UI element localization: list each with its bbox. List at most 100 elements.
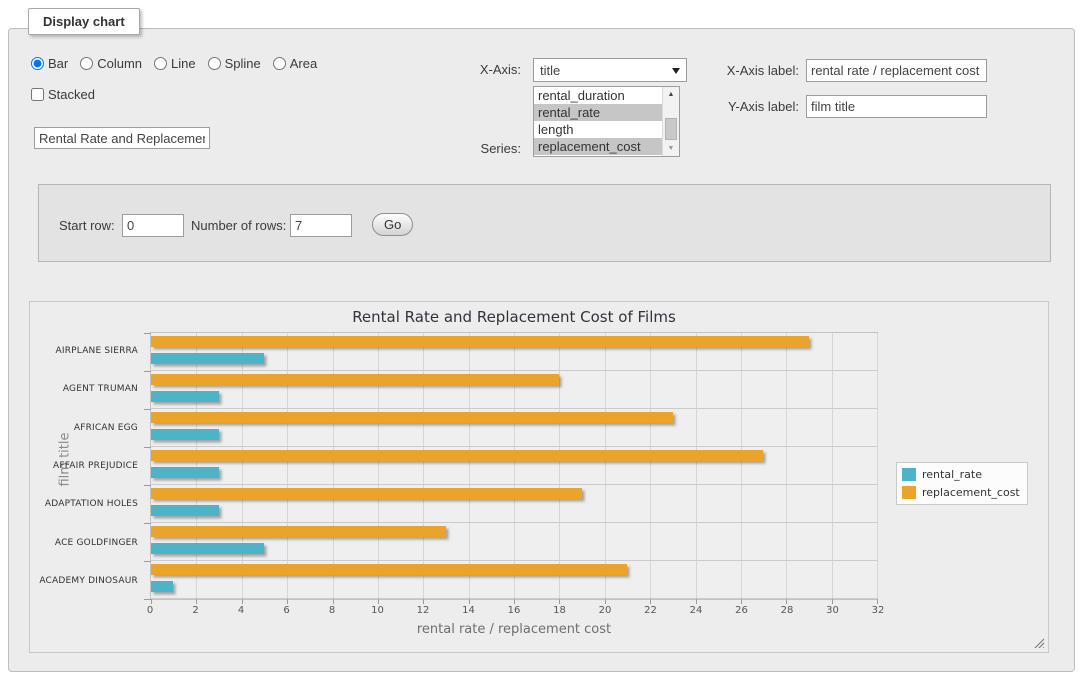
column-radio[interactable] [80,57,93,70]
chart-x-tick-labels: 02468101214161820222426283032 [150,605,878,619]
x-tick-mark [196,599,197,604]
area-radio[interactable] [273,57,286,70]
legend-item-replacement_cost[interactable]: replacement_cost [902,486,1020,499]
scroll-up-icon[interactable]: ▲ [663,87,679,102]
chart-type-option-column[interactable]: Column [80,56,142,71]
row-range-panel: Start row: Number of rows: Go [38,184,1051,262]
series-option[interactable]: rental_rate [534,104,662,121]
legend-swatch [902,486,916,499]
stacked-label-wrap[interactable]: Stacked [31,87,95,102]
x-tick-label: 10 [363,605,393,616]
category-label: ACE GOLDFINGER [30,523,138,561]
replacement_cost-bar [151,450,763,461]
x-tick-label: 26 [727,605,757,616]
x-tick-mark [514,599,515,604]
y-tick-mark [144,371,151,372]
x-axis-label-input[interactable] [806,59,987,82]
y-tick-mark [144,599,151,600]
chart-type-option-area[interactable]: Area [273,56,317,71]
chart-category-row [151,561,877,599]
area-radio-label: Area [290,56,317,71]
chart-title-input[interactable] [34,127,210,149]
x-tick-mark [378,599,379,604]
resize-handle-icon[interactable] [1033,637,1044,648]
chart-category-row [151,371,877,409]
series-select-label: Series: [399,141,521,156]
chart-category-row [151,447,877,485]
x-tick-label: 16 [499,605,529,616]
legend-label: rental_rate [922,468,982,481]
x-tick-label: 8 [317,605,347,616]
x-axis-selected-value: title [540,63,560,78]
chart-legend: rental_rate replacement_cost [896,462,1028,505]
x-tick-label: 22 [636,605,666,616]
x-tick-mark [786,599,787,604]
chart-x-axis-title: rental rate / replacement cost [150,622,878,637]
bar-radio[interactable] [31,57,44,70]
x-axis-select[interactable]: title [533,58,687,82]
category-label: ADAPTATION HOLES [30,485,138,523]
number-of-rows-label: Number of rows: [191,218,286,233]
spline-radio[interactable] [208,57,221,70]
series-option[interactable]: length [534,121,662,138]
series-option[interactable]: rental_duration [534,87,662,104]
category-label: ACADEMY DINOSAUR [30,562,138,600]
y-axis-label-label: Y-Axis label: [709,99,799,114]
y-tick-mark [144,485,151,486]
x-tick-mark [469,599,470,604]
x-tick-label: 4 [226,605,256,616]
chart-category-row [151,409,877,447]
x-tick-mark [287,599,288,604]
chart-type-option-spline[interactable]: Spline [208,56,261,71]
y-tick-mark [144,523,151,524]
start-row-input[interactable] [122,214,184,237]
x-tick-mark [333,599,334,604]
fieldset-legend: Display chart [28,8,140,35]
chart-type-radios: Bar Column Line Spline Area [31,56,317,71]
x-tick-mark [650,599,651,604]
replacement_cost-bar [151,564,627,575]
x-tick-mark [423,599,424,604]
legend-item-rental_rate[interactable]: rental_rate [902,468,1020,481]
chart-type-option-line[interactable]: Line [154,56,196,71]
chart-category-row [151,523,877,561]
x-tick-label: 30 [818,605,848,616]
y-axis-label-input[interactable] [806,95,987,118]
stacked-checkbox[interactable] [31,88,44,101]
x-tick-mark [242,599,243,604]
chart-container: Rental Rate and Replacement Cost of Film… [29,301,1049,653]
chart-type-option-bar[interactable]: Bar [31,56,68,71]
chart-title: Rental Rate and Replacement Cost of Film… [150,308,878,326]
rental_rate-bar [151,391,219,402]
x-tick-label: 14 [454,605,484,616]
line-radio[interactable] [154,57,167,70]
stacked-option: Stacked [31,87,95,102]
x-tick-label: 20 [590,605,620,616]
category-label: AFFAIR PREJUDICE [30,447,138,485]
series-option[interactable]: replacement_cost [534,138,662,155]
x-axis-label-label: X-Axis label: [709,63,799,78]
x-tick-label: 18 [545,605,575,616]
category-label: AIRPLANE SIERRA [30,332,138,370]
scroll-down-icon[interactable]: ▼ [663,141,679,156]
chart-category-row [151,485,877,523]
fieldset-legend-text: Display chart [43,14,125,29]
number-of-rows-input[interactable] [290,214,352,237]
x-tick-label: 28 [772,605,802,616]
replacement_cost-bar [151,412,673,423]
display-chart-fieldset: Bar Column Line Spline Area Stacke [8,28,1075,672]
start-row-label: Start row: [59,218,115,233]
series-options: rental_durationrental_ratelengthreplacem… [534,87,662,156]
series-scrollbar[interactable]: ▲ ▼ [662,87,679,156]
x-tick-label: 2 [181,605,211,616]
replacement_cost-bar [151,374,559,385]
go-button[interactable]: Go [372,213,413,236]
series-listbox[interactable]: rental_durationrental_ratelengthreplacem… [533,86,680,157]
x-tick-mark [151,599,152,604]
chart-plot-area [150,332,878,600]
scrollbar-thumb[interactable] [665,118,677,140]
rental_rate-bar [151,429,219,440]
spline-radio-label: Spline [225,56,261,71]
replacement_cost-bar [151,488,582,499]
gridline [877,333,878,599]
